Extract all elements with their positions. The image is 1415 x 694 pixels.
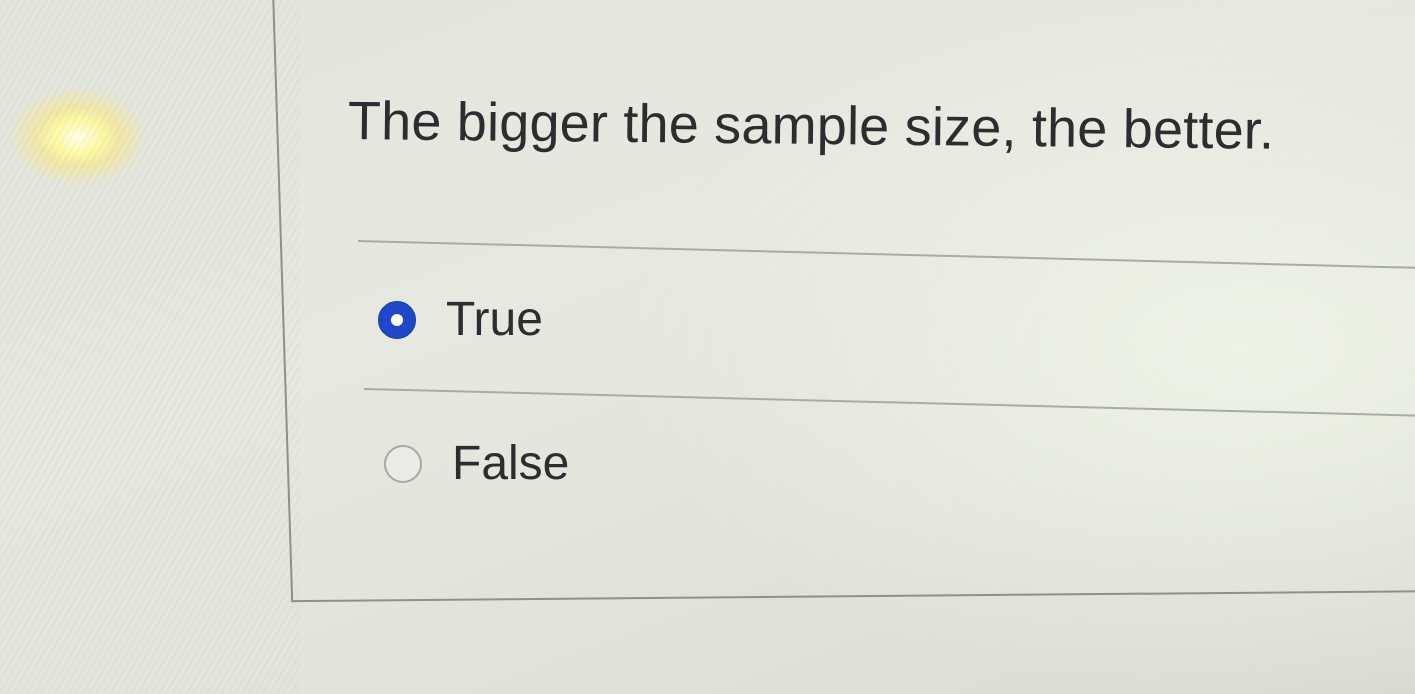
option-true[interactable]: True	[378, 292, 543, 347]
option-false[interactable]: False	[384, 436, 569, 491]
radio-selected-icon[interactable]	[378, 300, 416, 339]
option-false-label: False	[452, 437, 570, 490]
radio-unselected-icon[interactable]	[384, 444, 422, 483]
question-text: The bigger the sample size, the better.	[347, 91, 1275, 161]
screen-glare-background	[0, 0, 300, 694]
option-true-label: True	[446, 293, 543, 346]
